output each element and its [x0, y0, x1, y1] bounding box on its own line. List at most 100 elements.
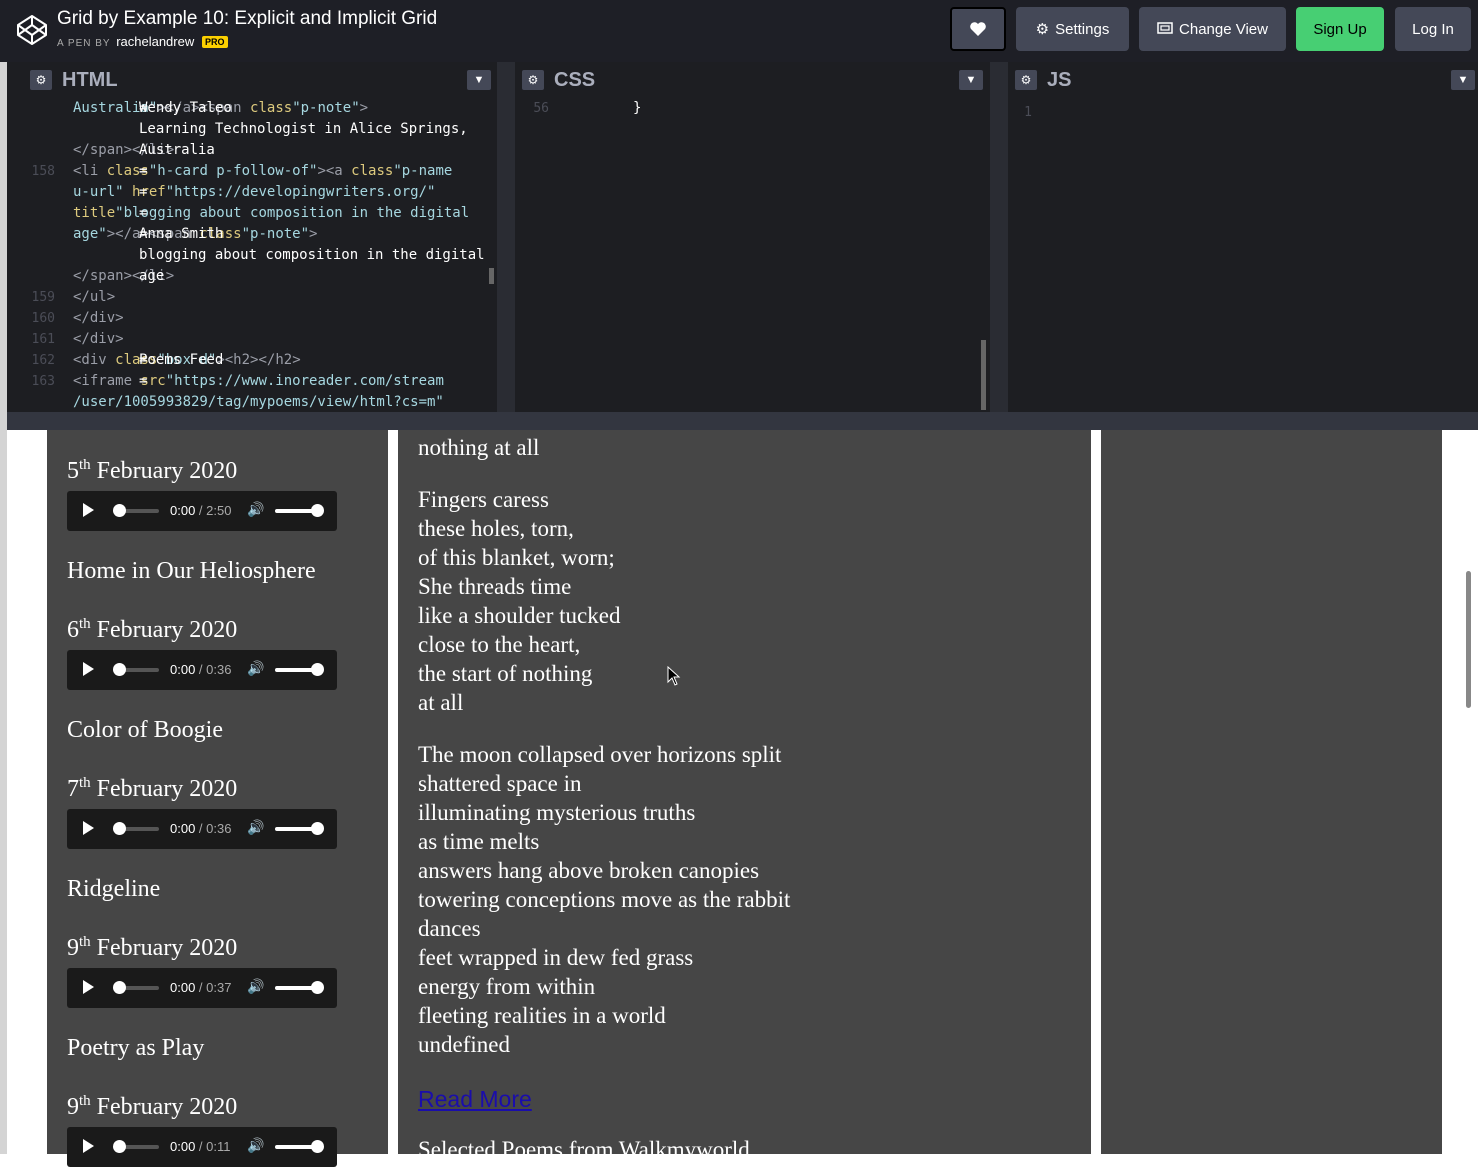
- sign-up-button[interactable]: Sign Up: [1296, 7, 1384, 51]
- js-code[interactable]: 1: [1008, 98, 1478, 412]
- audio-player[interactable]: 0:00 / 0:11 🔊: [67, 1127, 337, 1167]
- by-label: A PEN BY: [57, 38, 111, 49]
- editor-preview-resizer[interactable]: [7, 412, 1478, 430]
- seek-handle[interactable]: [113, 822, 126, 835]
- play-icon[interactable]: [83, 503, 94, 517]
- volume-handle[interactable]: [311, 1140, 324, 1153]
- code-token: "p-name: [393, 163, 453, 179]
- date-suffix: th: [79, 616, 91, 632]
- read-more-link[interactable]: Read More: [418, 1086, 532, 1113]
- html-editor-scrollbar[interactable]: [489, 268, 494, 284]
- code-token: =: [139, 205, 148, 221]
- code-line[interactable]: 158 <li class = "h-card p-follow-of"><a cla…: [7, 161, 497, 182]
- poem-line: undefined: [418, 1032, 510, 1057]
- code-line[interactable]: 162 <div class = "box d"><h2> Poems Feed </h…: [7, 350, 497, 371]
- heart-button[interactable]: [950, 7, 1006, 51]
- seek-handle[interactable]: [113, 1140, 126, 1153]
- date-month-year: February 2020: [90, 1094, 238, 1120]
- code-line[interactable]: /user/1005993829/tag/mypoems/view/html?c…: [7, 392, 497, 413]
- html-settings-gear-icon[interactable]: ⚙: [30, 70, 52, 90]
- code-line[interactable]: 159 </ul>: [7, 287, 497, 308]
- date-day: 5: [67, 458, 79, 484]
- code-line[interactable]: 160 </div>: [7, 308, 497, 329]
- code-line[interactable]: Australia </span></li>: [7, 140, 497, 161]
- code-line[interactable]: 163 <iframe src = "https://www.inoreader.co…: [7, 371, 497, 392]
- audio-player[interactable]: 0:00 / 0:36 🔊: [67, 809, 337, 849]
- code-token: title: [73, 205, 116, 221]
- volume-icon[interactable]: 🔊: [247, 820, 264, 836]
- play-icon[interactable]: [83, 1139, 94, 1153]
- seek-handle[interactable]: [113, 981, 126, 994]
- code-line[interactable]: age"> Anna Smith </a> <span class = "p-note"…: [7, 224, 497, 245]
- js-editor[interactable]: ⚙ JS ▼ 1: [1008, 62, 1478, 412]
- css-settings-gear-icon[interactable]: ⚙: [522, 70, 544, 90]
- code-line[interactable]: Learning Technologist in Alice Springs,: [7, 119, 497, 140]
- play-icon[interactable]: [83, 821, 94, 835]
- css-editor[interactable]: ⚙ CSS ▼ 56}: [515, 62, 990, 412]
- code-line[interactable]: blogging about composition in the digita…: [7, 245, 497, 266]
- audio-player[interactable]: 0:00 / 0:36 🔊: [67, 650, 337, 690]
- code-text: u-url" href = "https://developingwriters.o…: [73, 182, 435, 203]
- code-line[interactable]: title = "blogging about composition in the…: [7, 203, 497, 224]
- volume-handle[interactable]: [311, 504, 324, 517]
- page-left-edge: [0, 62, 7, 1154]
- editor-panes: ⚙ HTML ▼ Australia"> Wendy Taleo </a> <spa…: [7, 62, 1478, 412]
- seek-handle[interactable]: [113, 504, 126, 517]
- code-text: <li class = "h-card p-follow-of"><a class =…: [73, 161, 452, 182]
- pane-resizer[interactable]: [990, 62, 1008, 412]
- audio-player[interactable]: 0:00 / 2:50 🔊: [67, 491, 337, 531]
- play-icon[interactable]: [83, 980, 94, 994]
- settings-button[interactable]: ⚙ Settings: [1016, 7, 1129, 51]
- total-time: 0:11: [206, 1139, 231, 1154]
- code-token: >: [359, 100, 369, 116]
- seek-handle[interactable]: [113, 663, 126, 676]
- code-line[interactable]: age </span></li>: [7, 266, 497, 287]
- css-editor-scrollbar[interactable]: [981, 340, 986, 410]
- code-token: /user/1005993829/tag/mypoems/view/html?c…: [73, 394, 444, 410]
- volume-icon[interactable]: 🔊: [247, 1138, 264, 1154]
- volume-icon[interactable]: 🔊: [247, 979, 264, 995]
- post-date: 9th February 2020: [67, 934, 237, 962]
- preview-scrollbar-thumb[interactable]: [1466, 571, 1471, 708]
- volume-handle[interactable]: [311, 822, 324, 835]
- volume-icon[interactable]: 🔊: [247, 502, 264, 518]
- volume-icon[interactable]: 🔊: [247, 661, 264, 677]
- change-view-button[interactable]: Change View: [1139, 7, 1286, 51]
- code-text: </div>: [73, 308, 124, 329]
- code-line[interactable]: u-url" href = "https://developingwriters.o…: [7, 182, 497, 203]
- audio-player[interactable]: 0:00 / 0:37 🔊: [67, 968, 337, 1008]
- volume-handle[interactable]: [311, 663, 324, 676]
- html-editor-header: ⚙ HTML ▼: [7, 62, 497, 98]
- html-editor[interactable]: ⚙ HTML ▼ Australia"> Wendy Taleo </a> <spa…: [7, 62, 497, 412]
- code-line[interactable]: 1: [1008, 102, 1478, 123]
- js-collapse-chevron-icon[interactable]: ▼: [1451, 70, 1475, 90]
- change-view-label: Change View: [1179, 20, 1268, 38]
- js-settings-gear-icon[interactable]: ⚙: [1015, 70, 1037, 90]
- code-line[interactable]: 56}: [515, 98, 990, 119]
- line-number: 158: [31, 164, 55, 179]
- code-line[interactable]: 161 </div>: [7, 329, 497, 350]
- codepen-logo-icon[interactable]: [16, 14, 48, 46]
- poem-line: shattered space in: [418, 771, 582, 796]
- volume-handle[interactable]: [311, 981, 324, 994]
- post-date: 9th February 2020: [67, 1093, 237, 1121]
- code-line[interactable]: Australia"> Wendy Taleo </a> <span class = "…: [7, 98, 497, 119]
- css-code[interactable]: 56}: [515, 98, 990, 412]
- css-collapse-chevron-icon[interactable]: ▼: [959, 70, 983, 90]
- code-token: href: [132, 184, 166, 200]
- code-token: =: [139, 100, 148, 116]
- audio-time: 0:00 / 0:37: [170, 980, 231, 995]
- total-time: 0:36: [206, 662, 232, 677]
- date-month-year: February 2020: [90, 617, 238, 643]
- audio-posts-box: 5th February 2020 0:00 / 2:50 🔊 Home in Our…: [47, 430, 388, 1167]
- date-day: 9: [67, 1094, 79, 1120]
- js-editor-header: ⚙ JS ▼: [1008, 62, 1478, 98]
- author-link[interactable]: rachelandrew: [116, 34, 194, 49]
- play-icon[interactable]: [83, 662, 94, 676]
- pane-resizer[interactable]: [497, 62, 515, 412]
- html-code[interactable]: Australia"> Wendy Taleo </a> <span class = "…: [7, 98, 497, 412]
- log-in-button[interactable]: Log In: [1395, 7, 1471, 51]
- code-token: Anna Smith: [139, 226, 224, 242]
- pro-badge: PRO: [202, 36, 228, 48]
- html-collapse-chevron-icon[interactable]: ▼: [467, 70, 491, 90]
